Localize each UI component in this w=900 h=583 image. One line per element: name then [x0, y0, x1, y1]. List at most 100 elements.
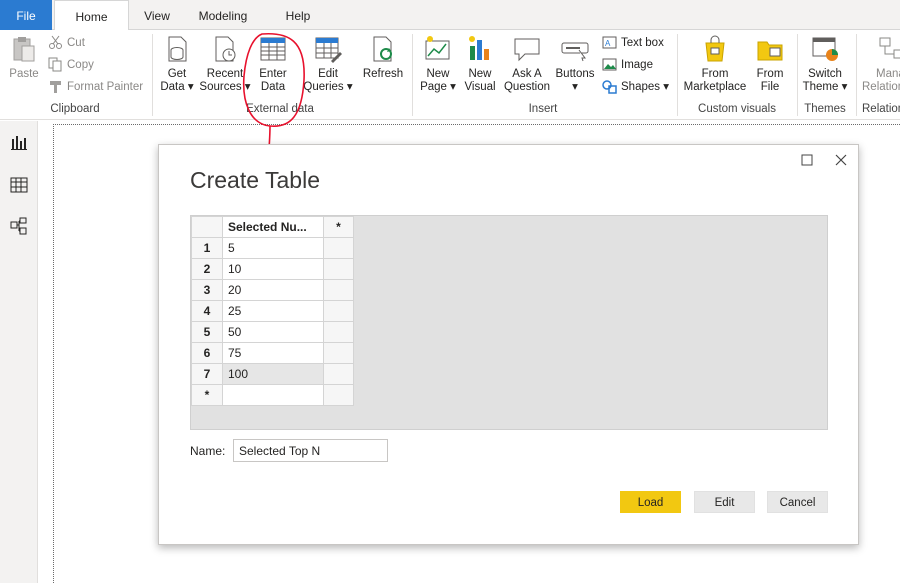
data-table: Selected Nu... * 15 2 10 3 20 4 25 5 50 6 75 … [191, 216, 354, 406]
buttons-label-2: ▾ [572, 81, 578, 93]
cut-label: Cut [67, 37, 85, 49]
add-column-header[interactable]: * [323, 216, 354, 238]
refresh-button[interactable]: Refresh [361, 34, 405, 81]
scissors-icon [49, 36, 62, 50]
table-cell[interactable]: 50 [222, 321, 324, 343]
dialog-title: Create Table [190, 167, 320, 193]
image-icon [602, 58, 617, 71]
table-cell[interactable]: 75 [222, 342, 324, 364]
close-icon[interactable] [834, 153, 848, 167]
get-data-button[interactable]: Get Data ▾ [158, 34, 196, 94]
shapes-button[interactable]: Shapes ▾ [602, 78, 669, 96]
new-page-icon [425, 36, 450, 60]
row-number: 1 [191, 237, 223, 259]
shapes-label: Shapes ▾ [621, 81, 669, 93]
ask-question-button[interactable]: Ask A Question [501, 34, 553, 94]
get-data-label-2: Data ▾ [160, 81, 194, 93]
empty-cell[interactable] [323, 300, 354, 322]
empty-cell[interactable] [323, 321, 354, 343]
table-row: 3 20 [191, 279, 354, 301]
edit-queries-label-2: Queries ▾ [303, 81, 353, 93]
image-button[interactable]: Image [602, 56, 653, 74]
tab-file[interactable]: File [0, 0, 52, 30]
model-view-icon[interactable] [9, 216, 29, 236]
enter-data-button[interactable]: Enter Data [253, 34, 293, 94]
table-row: 5 50 [191, 321, 354, 343]
switch-theme-label-1: Switch [808, 68, 842, 80]
table-row: 7 100 [191, 363, 354, 385]
new-row: * [191, 384, 354, 406]
empty-cell[interactable] [323, 384, 354, 406]
data-view-icon[interactable] [9, 175, 29, 195]
header-row: Selected Nu... * [191, 216, 354, 238]
tab-home[interactable]: Home [54, 0, 129, 31]
insert-group-label: Insert [528, 103, 558, 115]
cut-button[interactable]: Cut [48, 34, 85, 52]
new-row-cell[interactable] [222, 384, 324, 406]
new-page-label-1: New [426, 68, 450, 80]
create-table-dialog: Create Table Selected Nu... * 15 2 10 3 20… [158, 144, 859, 545]
theme-icon [812, 37, 838, 61]
tab-help[interactable]: Help [278, 0, 318, 30]
relationship-icon [879, 37, 900, 59]
bar-chart-icon [469, 36, 489, 60]
manage-relationships-label-1: Mana [876, 68, 900, 80]
table-name-input[interactable]: Selected Top N [233, 439, 388, 462]
maximize-icon[interactable] [800, 153, 814, 167]
svg-text:A: A [605, 39, 611, 48]
edit-queries-label-1: Edit [318, 68, 338, 80]
enter-data-label-2: Data [260, 81, 286, 93]
from-file-button[interactable]: From File [752, 34, 788, 94]
empty-cell[interactable] [323, 279, 354, 301]
separator [797, 34, 798, 116]
load-button[interactable]: Load [620, 491, 681, 513]
from-file-label-2: File [760, 81, 780, 93]
switch-theme-button[interactable]: Switch Theme ▾ [802, 34, 848, 94]
corner-cell [191, 216, 223, 238]
name-label: Name: [190, 444, 226, 458]
table-cell[interactable]: 25 [222, 300, 324, 322]
copy-button[interactable]: Copy [48, 56, 94, 74]
edit-button[interactable]: Edit [694, 491, 755, 513]
table-cell[interactable]: 100 [222, 363, 324, 385]
from-marketplace-button[interactable]: From Marketplace [683, 34, 747, 94]
new-visual-label-1: New [468, 68, 492, 80]
relationships-group-label: Relation [862, 103, 900, 115]
external-data-group-label: External data [246, 103, 314, 115]
edit-queries-button[interactable]: Edit Queries ▾ [303, 34, 353, 94]
cancel-button[interactable]: Cancel [767, 491, 828, 513]
empty-cell[interactable] [323, 237, 354, 259]
recent-sources-button[interactable]: Recent Sources ▾ [199, 34, 251, 94]
tab-modeling[interactable]: Modeling [190, 0, 256, 30]
empty-cell[interactable] [323, 258, 354, 280]
tab-view[interactable]: View [135, 0, 179, 30]
paste-button[interactable]: Paste [5, 34, 43, 81]
ribbon-tabs: File Home View Modeling Help [0, 0, 900, 31]
empty-cell[interactable] [323, 342, 354, 364]
buttons-button[interactable]: Buttons ▾ [554, 34, 596, 94]
recent-sources-label-1: Recent [206, 68, 244, 80]
themes-group-label: Themes [804, 103, 846, 115]
get-data-label-1: Get [167, 68, 187, 80]
copy-icon [48, 57, 62, 72]
manage-relationships-button[interactable]: Mana Relation [860, 34, 900, 94]
view-switcher [0, 121, 38, 583]
empty-cell[interactable] [323, 363, 354, 385]
format-painter-button[interactable]: Format Painter [48, 78, 143, 96]
paste-label: Paste [9, 68, 39, 80]
table-cell[interactable]: 5 [222, 237, 324, 259]
refresh-icon [373, 36, 392, 62]
text-box-button[interactable]: A Text box [602, 34, 664, 52]
column-header[interactable]: Selected Nu... [222, 216, 324, 238]
report-view-icon[interactable] [9, 133, 29, 153]
row-number: 6 [191, 342, 223, 364]
row-number: 3 [191, 279, 223, 301]
table-cell[interactable]: 10 [222, 258, 324, 280]
from-file-label-1: From [756, 68, 784, 80]
text-box-label: Text box [621, 37, 664, 49]
new-page-button[interactable]: New Page ▾ [418, 34, 458, 94]
ask-question-label-1: Ask A [512, 68, 542, 80]
new-row-marker[interactable]: * [191, 384, 223, 406]
table-cell[interactable]: 20 [222, 279, 324, 301]
new-visual-button[interactable]: New Visual [461, 34, 499, 94]
